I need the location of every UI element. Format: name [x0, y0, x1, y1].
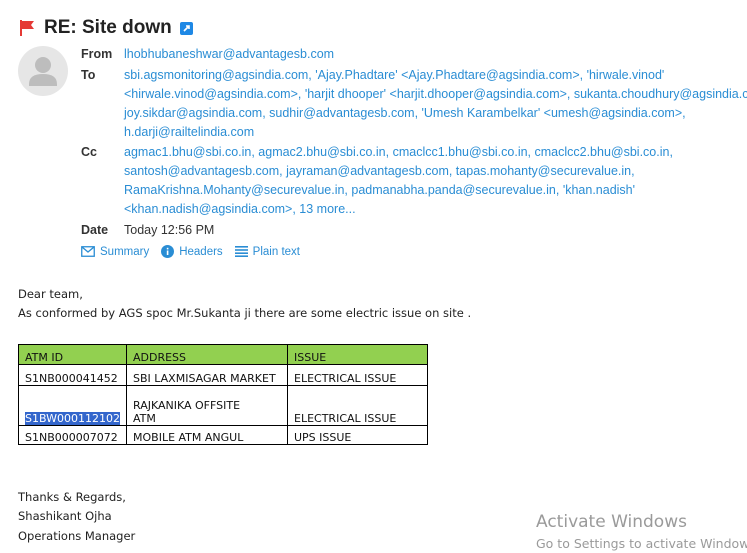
email-subject: RE: Site down: [44, 17, 172, 38]
cc-label: Cc: [81, 145, 97, 159]
to-line[interactable]: h.darji@railtelindia.com: [124, 123, 747, 142]
cell-issue: UPS ISSUE: [287, 425, 428, 445]
subject-row: RE: Site down: [18, 16, 193, 40]
table-row: S1NB000041452 SBI LAXMISAGAR MARKET ELEC…: [18, 364, 428, 386]
header-address: ADDRESS: [126, 344, 288, 365]
cc-line[interactable]: agmac1.bhu@sbi.co.in, agmac2.bhu@sbi.co.…: [124, 143, 747, 162]
signature-name: Shashikant Ojha: [18, 509, 112, 523]
info-icon: [161, 245, 175, 258]
mail-icon: [81, 246, 95, 257]
atm-table: ATM ID ADDRESS ISSUE S1NB000041452 SBI L…: [18, 344, 428, 445]
to-line[interactable]: sbi.agsmonitoring@agsindia.com, 'Ajay.Ph…: [124, 66, 747, 85]
cell-atm-id: S1NB000007072: [18, 425, 127, 445]
view-links: Summary Headers Plain text: [81, 245, 312, 258]
activate-windows-watermark: Activate Windows Go to Settings to activ…: [536, 512, 747, 551]
address-line: RAJKANIKA OFFSITE: [133, 399, 241, 412]
date-value: Today 12:56 PM: [124, 223, 215, 237]
signature-title: Operations Manager: [18, 529, 136, 543]
cc-line[interactable]: <khan.nadish@agsindia.com>, 13 more...: [124, 200, 747, 219]
cell-address: MOBILE ATM ANGUL: [126, 425, 288, 445]
watermark-subtitle: Go to Settings to activate Windows.: [536, 536, 747, 551]
cell-address: SBI LAXMISAGAR MARKET: [126, 364, 288, 386]
to-recipients[interactable]: sbi.agsmonitoring@agsindia.com, 'Ajay.Ph…: [124, 66, 747, 142]
cc-recipients[interactable]: agmac1.bhu@sbi.co.in, agmac2.bhu@sbi.co.…: [124, 143, 747, 219]
plain-text-label: Plain text: [252, 245, 300, 258]
selected-text: S1BW000112102: [25, 412, 120, 425]
table-header-row: ATM ID ADDRESS ISSUE: [18, 344, 428, 365]
cell-issue: ELECTRICAL ISSUE: [287, 364, 428, 386]
plain-text-link[interactable]: Plain text: [234, 245, 300, 258]
cc-line[interactable]: santosh@advantagesb.com, jayraman@advant…: [124, 162, 747, 181]
signature-regards: Thanks & Regards,: [18, 490, 126, 504]
cc-line[interactable]: RamaKrishna.Mohanty@securevalue.in, padm…: [124, 181, 747, 200]
watermark-title: Activate Windows: [536, 512, 687, 532]
from-label: From: [81, 47, 113, 61]
flag-icon[interactable]: [18, 19, 36, 37]
external-link-icon[interactable]: [179, 21, 193, 35]
header-atm-id: ATM ID: [18, 344, 127, 365]
to-line[interactable]: joy.sikdar@agsindia.com, sudhir@advantag…: [124, 104, 747, 123]
lines-icon: [234, 246, 248, 257]
cell-atm-id: S1BW000112102: [18, 385, 127, 426]
headers-label: Headers: [179, 245, 223, 258]
address-line: ATM: [133, 412, 156, 425]
cell-issue: ELECTRICAL ISSUE: [287, 385, 428, 426]
to-line[interactable]: <hirwale.vinod@agsindia.com>, 'harjit dh…: [124, 85, 747, 104]
table-row: S1BW000112102 RAJKANIKA OFFSITE ATM ELEC…: [18, 385, 428, 426]
header-issue: ISSUE: [287, 344, 428, 365]
from-address[interactable]: lhobhubaneshwar@advantagesb.com: [124, 45, 747, 64]
summary-label: Summary: [100, 245, 150, 258]
date-label: Date: [81, 223, 109, 237]
body-line: As conformed by AGS spoc Mr.Sukanta ji t…: [18, 306, 472, 320]
cell-address: RAJKANIKA OFFSITE ATM: [126, 385, 288, 426]
headers-link[interactable]: Headers: [161, 245, 223, 258]
to-label: To: [81, 68, 96, 82]
table-row: S1NB000007072 MOBILE ATM ANGUL UPS ISSUE: [18, 425, 428, 445]
summary-link[interactable]: Summary: [81, 246, 149, 258]
avatar-icon: [18, 46, 68, 96]
cell-atm-id: S1NB000041452: [18, 364, 127, 386]
body-greeting: Dear team,: [18, 287, 83, 301]
